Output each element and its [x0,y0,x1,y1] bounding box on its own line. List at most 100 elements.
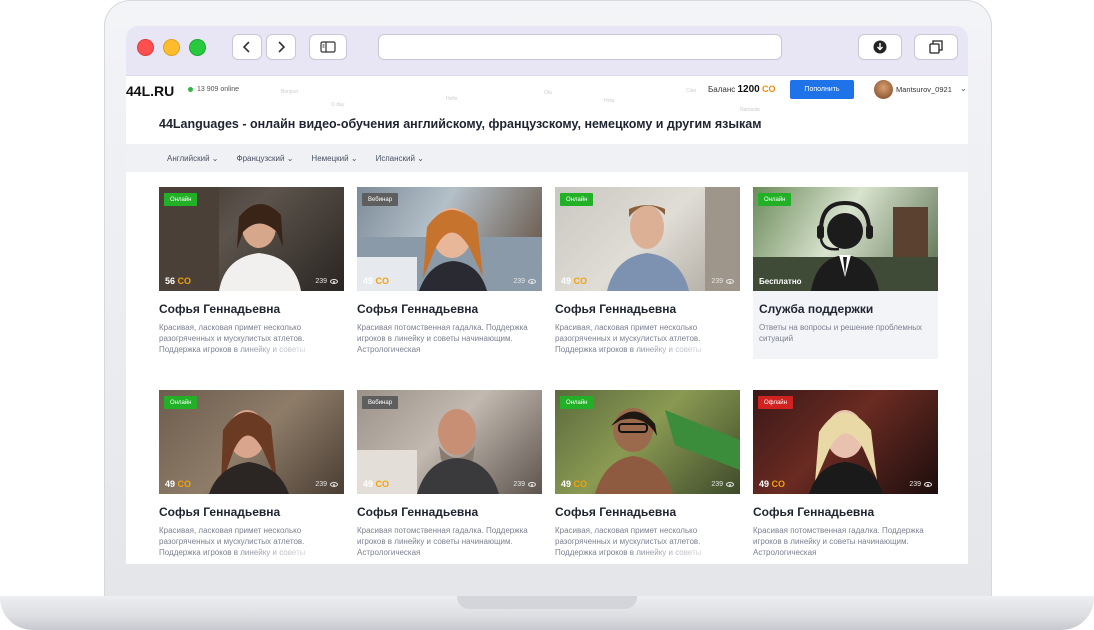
decor-word: O day [331,102,345,108]
online-counter: 13 909 online [188,86,239,93]
avatar[interactable] [874,80,893,99]
views-count: 239 [513,278,525,285]
page-title: 44Languages - онлайн видео-обучения англ… [159,117,762,131]
views-count: 239 [909,481,921,488]
teacher-card[interactable]: Офлайн 49 CO 239 Софья Геннадьевна Краси… [753,390,938,564]
tab-overview-button[interactable] [914,34,958,60]
views-count: 239 [513,481,525,488]
support-title[interactable]: Служба поддержки [759,302,873,316]
teacher-card[interactable]: Онлайн 49 CO 239 Софья Геннадьевна Краси… [159,390,344,564]
support-thumbnail[interactable]: Онлайн Бесплатно [753,187,938,291]
online-count: 13 909 online [197,86,240,93]
views-counter: 239 [909,481,932,488]
views-counter: 239 [315,481,338,488]
eye-icon [528,482,536,487]
price-currency: CO [177,479,192,489]
views-counter: 239 [315,278,338,285]
decor-word: Hola [604,98,615,104]
zoom-window-button[interactable] [189,39,206,56]
language-menu-english[interactable]: Английский ⌄ [167,154,218,163]
minimize-window-button[interactable] [163,39,180,56]
price: 56 CO [165,276,191,286]
status-badge: Вебинар [362,193,399,206]
laptop-notch [457,596,637,609]
language-menu-spanish[interactable]: Испанский ⌄ [376,154,424,163]
address-bar[interactable] [378,34,782,60]
balance: Баланс 1200 CO [708,84,775,95]
teacher-video-thumbnail[interactable]: Онлайн 56 CO 239 [159,187,344,291]
price: 49 CO [165,479,191,489]
price: 49 CO [759,479,785,489]
teacher-card[interactable]: Онлайн 49 CO 239 Софья Геннадьевна Краси… [555,390,740,564]
teacher-video-thumbnail[interactable]: Вебинар 49 CO 239 [357,390,542,494]
language-menu-french[interactable]: Французский ⌄ [236,154,293,163]
teacher-video-thumbnail[interactable]: Онлайн 49 CO 239 [555,187,740,291]
teacher-description: Красивая потомственная гадалка. Поддержк… [357,322,537,356]
views-count: 239 [711,278,723,285]
decor-word: Namaste [740,107,761,113]
support-description: Ответы на вопросы и решение проблемных с… [759,323,923,343]
username[interactable]: Mantsurov_0921 [896,85,952,94]
chevron-down-icon[interactable]: ⌄ [960,84,967,93]
views-counter: 239 [711,278,734,285]
price: 49 CO [561,479,587,489]
teacher-description: Красивая, ласковая примет несколько разо… [555,322,735,356]
price-currency: CO [573,276,588,286]
views-count: 239 [711,481,723,488]
tabs-icon [929,40,943,54]
online-dot-icon [188,87,193,92]
teacher-card[interactable]: Онлайн 56 CO 239 Софья Геннадьевна Краси… [159,187,344,365]
language-label: Испанский [375,153,415,163]
eye-icon [726,482,734,487]
teacher-description: Красивая, ласковая примет несколько разо… [159,525,339,559]
balance-value: 1200 [737,84,760,95]
decor-word: Bonjour [281,89,299,95]
language-menu-german[interactable]: Немецкий ⌄ [311,154,357,163]
sidebar-toggle-button[interactable] [309,34,347,60]
teacher-video-thumbnail[interactable]: Онлайн 49 CO 239 [159,390,344,494]
price-currency: CO [375,276,390,286]
teacher-name[interactable]: Софья Геннадьевна [159,505,280,519]
price-value: 49 [759,479,770,489]
site-header: Bonjour O day Hello Ola Ciao Hola Namast… [126,76,968,144]
status-badge: Онлайн [164,396,198,409]
views-counter: 239 [513,278,536,285]
price-currency: CO [375,479,390,489]
eye-icon [330,279,338,284]
teacher-name[interactable]: Софья Геннадьевна [555,505,676,519]
teacher-video-thumbnail[interactable]: Вебинар 49 CO 239 [357,187,542,291]
teacher-video-thumbnail[interactable]: Офлайн 49 CO 239 [753,390,938,494]
language-nav: Английский ⌄ Французский ⌄ Немецкий ⌄ Ис… [126,144,968,172]
teacher-name[interactable]: Софья Геннадьевна [159,302,280,316]
teacher-card[interactable]: Вебинар 49 CO 239 Софья Геннадьевна Крас… [357,187,542,365]
price-currency: CO [177,276,192,286]
browser-window: Bonjour O day Hello Ola Ciao Hola Namast… [126,26,968,564]
back-button[interactable] [232,34,262,60]
price-value: 56 [165,276,176,286]
teacher-name[interactable]: Софья Геннадьевна [555,302,676,316]
teacher-description: Красивая, ласковая примет несколько разо… [555,525,735,559]
teacher-card[interactable]: Онлайн 49 CO 239 Софья Геннадьевна Краси… [555,187,740,365]
status-badge: Вебинар [362,396,399,409]
price: 49 CO [561,276,587,286]
topup-button[interactable]: Пополнить [790,80,854,99]
site-logo[interactable]: 44L.RU [126,83,174,99]
close-window-button[interactable] [137,39,154,56]
price-value: 49 [165,479,176,489]
teacher-video-thumbnail[interactable]: Онлайн 49 CO 239 [555,390,740,494]
teacher-card[interactable]: Вебинар 49 CO 239 Софья Геннадьевна Крас… [357,390,542,564]
teacher-name[interactable]: Софья Геннадьевна [357,505,478,519]
status-badge: Онлайн [560,193,594,206]
eye-icon [528,279,536,284]
support-card[interactable]: Онлайн Бесплатно Служба поддержки Ответы… [753,187,938,359]
price: 49 CO [363,479,389,489]
forward-button[interactable] [266,34,296,60]
teacher-description: Красивая потомственная гадалка. Поддержк… [753,525,933,559]
teacher-name[interactable]: Софья Геннадьевна [753,505,874,519]
status-badge: Онлайн [758,193,792,206]
teacher-name[interactable]: Софья Геннадьевна [357,302,478,316]
balance-currency: CO [761,84,776,94]
chevron-left-icon [242,41,250,53]
balance-label: Баланс [708,85,736,94]
downloads-button[interactable] [858,34,902,60]
